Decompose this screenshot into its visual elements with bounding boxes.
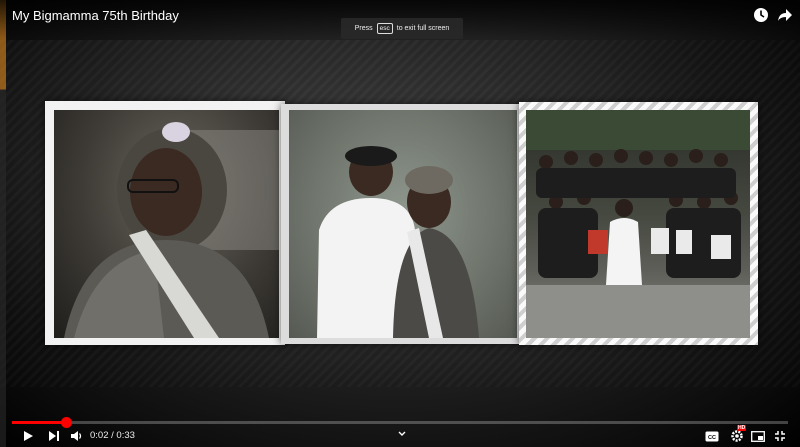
photo-frame-couple [281,104,523,344]
photo-portrait [54,110,279,338]
share-icon[interactable] [776,6,794,24]
couple-illustration [289,110,517,338]
captions-icon[interactable]: CC [704,428,720,444]
play-icon[interactable] [20,428,36,444]
next-icon[interactable] [46,428,62,444]
photo-frame-family [519,102,758,345]
svg-text:CC: CC [708,434,716,440]
settings-icon[interactable]: HD [728,425,747,444]
esc-hint-prefix: Press [354,25,373,32]
left-edge [0,0,6,447]
time-display: 0:02 / 0:33 [90,430,135,441]
chevron-up-icon[interactable] [397,426,407,436]
fullscreen-exit-hint: Press esc to exit full screen [341,18,463,39]
portrait-illustration [64,122,279,338]
photo-family [526,110,750,338]
player-controls: 0:02 / 0:33 CC HD [0,424,800,447]
video-title[interactable]: My Bigmamma 75th Birthday [12,8,179,23]
exit-fullscreen-icon[interactable] [772,428,788,444]
photo-frame-portrait [45,101,285,345]
watch-later-icon[interactable] [752,6,770,24]
hd-badge: HD [737,425,747,431]
volume-icon[interactable] [68,428,84,444]
photo-couple [289,110,517,338]
miniplayer-icon[interactable] [750,428,766,444]
esc-key: esc [376,23,393,34]
family-illustration [526,110,750,338]
video-player[interactable]: My Bigmamma 75th Birthday Press esc to e… [0,0,800,447]
esc-hint-suffix: to exit full screen [396,25,450,32]
